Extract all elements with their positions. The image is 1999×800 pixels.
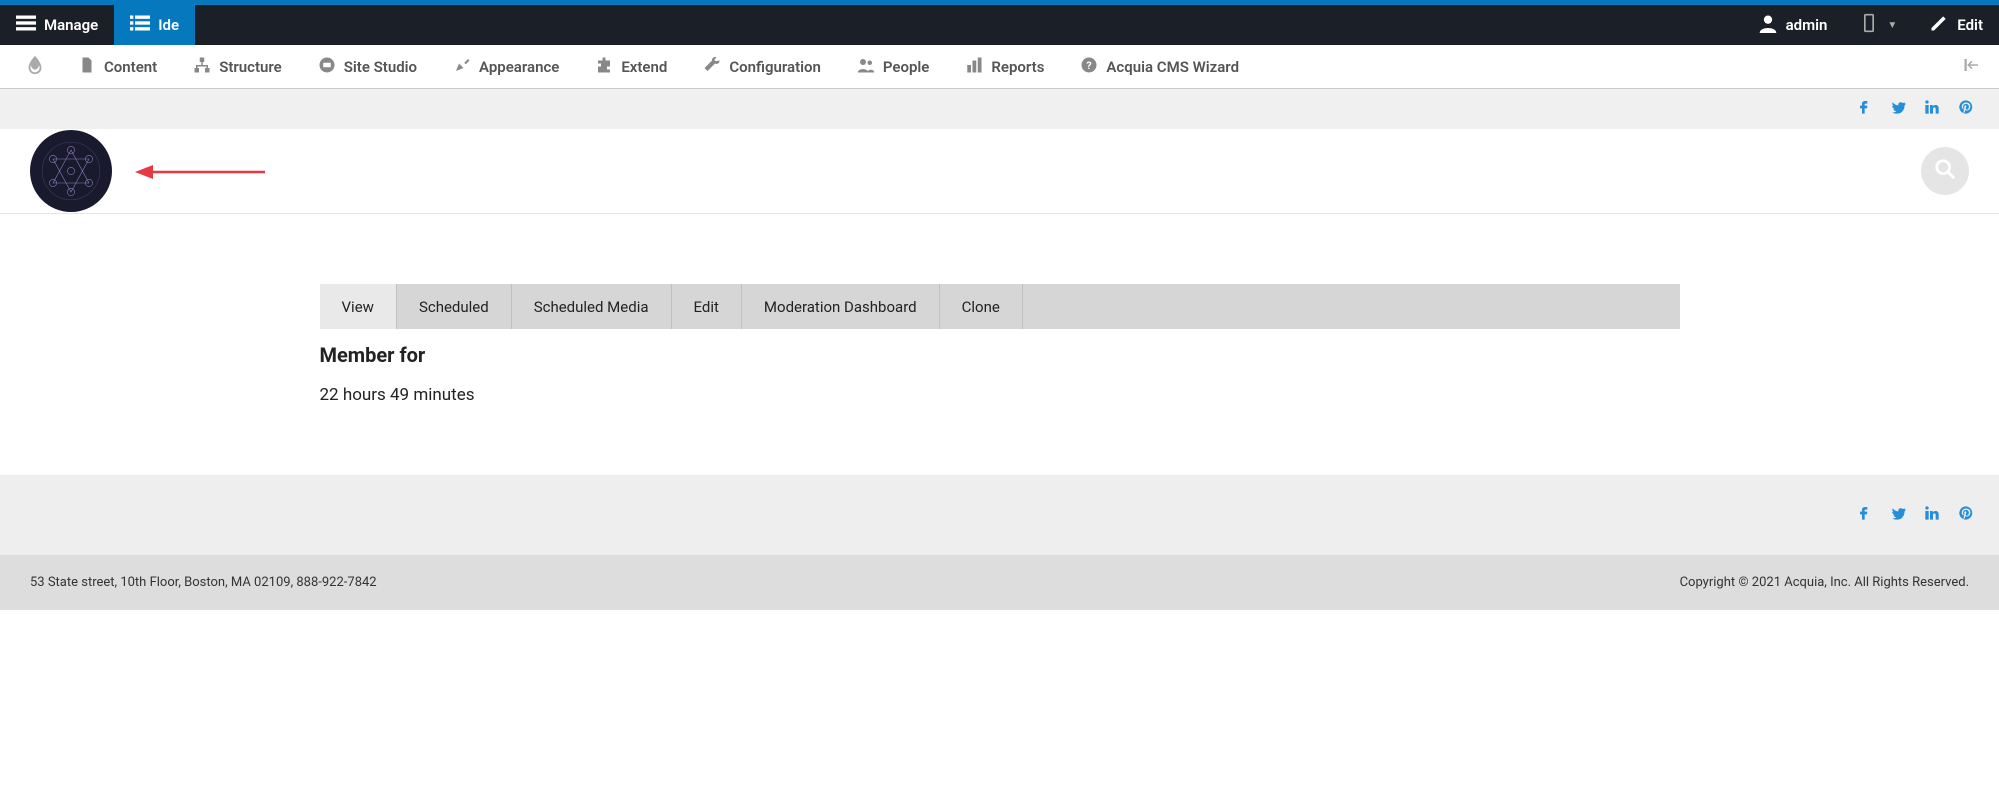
admin-content[interactable]: Content bbox=[60, 45, 175, 88]
help-icon: ? bbox=[1080, 56, 1098, 78]
tab-label: Moderation Dashboard bbox=[764, 298, 917, 316]
site-logo[interactable] bbox=[30, 130, 112, 212]
search-button[interactable] bbox=[1921, 147, 1969, 195]
facebook-icon[interactable] bbox=[1856, 99, 1872, 119]
admin-people[interactable]: People bbox=[839, 45, 948, 88]
device-icon bbox=[1859, 13, 1879, 37]
tab-scheduled[interactable]: Scheduled bbox=[397, 284, 512, 329]
admin-label: Appearance bbox=[479, 58, 559, 76]
pinterest-icon[interactable] bbox=[1958, 99, 1974, 119]
manage-button[interactable]: Manage bbox=[0, 5, 114, 45]
tab-label: Clone bbox=[962, 298, 1000, 316]
ide-button[interactable]: Ide bbox=[114, 5, 195, 45]
structure-icon bbox=[193, 56, 211, 78]
admin-menu: Content Structure Site Studio Appearance… bbox=[0, 45, 1999, 89]
footer-address: 53 State street, 10th Floor, Boston, MA … bbox=[30, 575, 377, 590]
file-icon bbox=[78, 56, 96, 78]
studio-icon bbox=[318, 56, 336, 78]
social-bar-footer bbox=[0, 475, 1999, 555]
appearance-icon bbox=[453, 56, 471, 78]
toolbar: Manage Ide admin ▼ Edit bbox=[0, 5, 1999, 45]
device-menu[interactable]: ▼ bbox=[1843, 5, 1913, 45]
user-menu[interactable]: admin bbox=[1742, 5, 1844, 45]
admin-extend[interactable]: Extend bbox=[577, 45, 685, 88]
tab-clone[interactable]: Clone bbox=[940, 284, 1023, 329]
hamburger-icon bbox=[16, 13, 36, 37]
pinterest-icon[interactable] bbox=[1958, 505, 1974, 525]
reports-icon bbox=[965, 56, 983, 78]
admin-configuration[interactable]: Configuration bbox=[685, 45, 839, 88]
tab-edit[interactable]: Edit bbox=[672, 284, 742, 329]
footer-copyright: Copyright © 2021 Acquia, Inc. All Rights… bbox=[1680, 575, 1969, 590]
tab-moderation-dashboard[interactable]: Moderation Dashboard bbox=[742, 284, 940, 329]
facebook-icon[interactable] bbox=[1856, 505, 1872, 525]
admin-appearance[interactable]: Appearance bbox=[435, 45, 577, 88]
admin-label: People bbox=[883, 58, 930, 76]
collapse-icon bbox=[1963, 56, 1981, 78]
linkedin-icon[interactable] bbox=[1924, 505, 1940, 525]
tab-label: Scheduled bbox=[419, 298, 489, 316]
admin-label: Reports bbox=[991, 58, 1044, 76]
admin-label: Acquia CMS Wizard bbox=[1106, 58, 1239, 76]
main-content: View Scheduled Scheduled Media Edit Mode… bbox=[0, 214, 1999, 475]
admin-label: Content bbox=[104, 58, 157, 76]
user-label: admin bbox=[1786, 16, 1828, 34]
tab-view[interactable]: View bbox=[320, 284, 397, 329]
admin-reports[interactable]: Reports bbox=[947, 45, 1062, 88]
social-bar-top bbox=[0, 89, 1999, 129]
svg-text:?: ? bbox=[1087, 58, 1092, 71]
tab-label: Scheduled Media bbox=[534, 298, 649, 316]
admin-label: Configuration bbox=[729, 58, 821, 76]
footer-bottom: 53 State street, 10th Floor, Boston, MA … bbox=[0, 555, 1999, 610]
chevron-down-icon: ▼ bbox=[1887, 20, 1897, 31]
list-icon bbox=[130, 13, 150, 37]
twitter-icon[interactable] bbox=[1890, 99, 1906, 119]
drupal-icon bbox=[24, 54, 46, 80]
tab-label: View bbox=[342, 298, 374, 316]
admin-label: Extend bbox=[621, 58, 667, 76]
tab-label: Edit bbox=[694, 298, 719, 316]
pencil-icon bbox=[1929, 13, 1949, 37]
site-header bbox=[0, 129, 1999, 214]
manage-label: Manage bbox=[44, 16, 98, 34]
member-for-value: 22 hours 49 minutes bbox=[320, 385, 1680, 405]
member-for-label: Member for bbox=[320, 343, 1680, 367]
people-icon bbox=[857, 56, 875, 78]
admin-label: Site Studio bbox=[344, 58, 417, 76]
twitter-icon[interactable] bbox=[1890, 505, 1906, 525]
wrench-icon bbox=[703, 56, 721, 78]
edit-label: Edit bbox=[1957, 16, 1983, 34]
extend-icon bbox=[595, 56, 613, 78]
user-icon bbox=[1758, 13, 1778, 37]
collapse-button[interactable] bbox=[1955, 45, 1989, 88]
admin-acquia-wizard[interactable]: ? Acquia CMS Wizard bbox=[1062, 45, 1257, 88]
admin-label: Structure bbox=[219, 58, 282, 76]
search-icon bbox=[1934, 158, 1956, 184]
home-link[interactable] bbox=[10, 45, 60, 88]
tab-scheduled-media[interactable]: Scheduled Media bbox=[512, 284, 672, 329]
ide-label: Ide bbox=[158, 16, 179, 34]
admin-structure[interactable]: Structure bbox=[175, 45, 300, 88]
edit-button[interactable]: Edit bbox=[1913, 5, 1999, 45]
tabs: View Scheduled Scheduled Media Edit Mode… bbox=[320, 284, 1680, 329]
arrow-annotation bbox=[135, 157, 270, 187]
admin-site-studio[interactable]: Site Studio bbox=[300, 45, 435, 88]
linkedin-icon[interactable] bbox=[1924, 99, 1940, 119]
